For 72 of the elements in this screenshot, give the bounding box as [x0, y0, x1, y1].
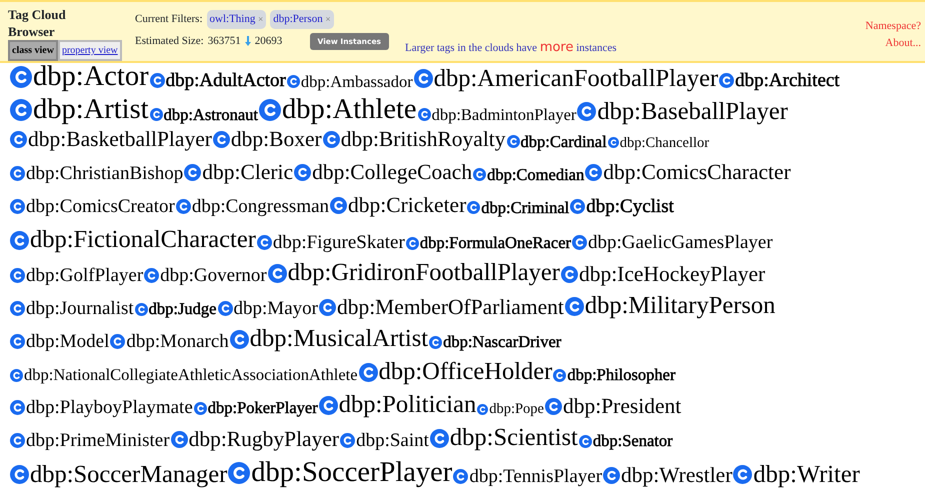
class-tag[interactable]: dbp:GridironFootballPlayer	[268, 261, 560, 286]
class-tag[interactable]: dbp:Mayor	[218, 298, 318, 318]
class-tag[interactable]: dbp:Athlete	[259, 96, 417, 124]
class-tag[interactable]: dbp:FormulaOneRacer	[406, 235, 572, 252]
class-tag[interactable]: dbp:BasketballPlayer	[10, 129, 212, 150]
view-tab[interactable]: class view	[8, 40, 58, 61]
class-tag[interactable]: dbp:Actor	[10, 63, 149, 92]
class-tag[interactable]: dbp:Congressman	[176, 197, 330, 216]
class-tag[interactable]: dbp:Judge	[134, 301, 217, 318]
class-tag[interactable]: dbp:Cricketer	[330, 195, 466, 216]
size-value: 20693	[254, 34, 282, 49]
class-tag[interactable]: dbp:PlayboyPlaymate	[10, 398, 193, 417]
class-tag[interactable]: dbp:Philosopher	[553, 367, 676, 384]
class-tag[interactable]: dbp:IceHockeyPlayer	[560, 264, 766, 285]
class-tag[interactable]: dbp:BaseballPlayer	[577, 100, 788, 124]
class-tag[interactable]: dbp:Artist	[10, 96, 149, 124]
class-tag[interactable]: dbp:BadmintonPlayer	[418, 106, 576, 123]
class-tag[interactable]: dbp:Criminal	[467, 200, 570, 216]
header-link[interactable]: About...	[885, 34, 921, 51]
class-tag[interactable]: dbp:BritishRoyalty	[322, 129, 506, 150]
class-tag[interactable]: dbp:Senator	[578, 433, 673, 450]
app-title: Tag Cloud Browser	[8, 6, 67, 40]
class-tag[interactable]: dbp:Comedian	[473, 166, 584, 183]
filters-label: Current Filters:	[135, 12, 203, 27]
class-tag[interactable]: dbp:Governor	[144, 266, 267, 285]
class-tag[interactable]: dbp:CollegeCoach	[294, 162, 472, 184]
class-tag[interactable]: dbp:President	[545, 396, 682, 417]
class-tag[interactable]: dbp:ComicsCharacter	[585, 162, 791, 184]
class-tag[interactable]: dbp:PrimeMinister	[10, 430, 170, 450]
class-tag[interactable]: dbp:Boxer	[212, 129, 322, 150]
class-tag[interactable]: dbp:SoccerPlayer	[228, 459, 452, 488]
class-tag[interactable]: dbp:AmericanFootballPlayer	[414, 66, 718, 91]
class-tag[interactable]: dbp:FictionalCharacter	[10, 228, 256, 252]
legend-text: Larger tags in the clouds have more instances	[405, 38, 617, 56]
class-tag[interactable]: dbp:Saint	[340, 430, 429, 450]
filter-chip[interactable]: dbp:Person ×	[270, 10, 334, 28]
class-tag[interactable]: dbp:Journalist	[10, 298, 134, 318]
class-tag[interactable]: dbp:ComicsCreator	[10, 197, 175, 216]
class-tag[interactable]: dbp:Architect	[719, 71, 840, 90]
class-tag[interactable]: dbp:Cleric	[184, 162, 294, 184]
class-tag[interactable]: dbp:PokerPlayer	[194, 400, 318, 416]
class-tag[interactable]: dbp:Cyclist	[570, 197, 674, 216]
class-tag[interactable]: dbp:ChristianBishop	[10, 164, 184, 184]
size-label: Estimated Size:	[135, 34, 204, 49]
class-tag[interactable]: dbp:Ambassador	[286, 74, 413, 90]
class-tag[interactable]: dbp:Chancellor	[608, 136, 710, 150]
class-tag[interactable]: dbp:MusicalArtist	[230, 327, 428, 352]
class-tag[interactable]: dbp:Astronaut	[150, 106, 258, 123]
class-tag[interactable]: dbp:SoccerManager	[10, 462, 228, 487]
class-tag[interactable]: dbp:NationalCollegiateAthleticAssociationAthlete	[10, 367, 358, 384]
class-tag[interactable]: dbp:AdultActor	[150, 71, 286, 90]
size-value: 363751	[208, 34, 241, 49]
class-tag[interactable]: dbp:GaelicGamesPlayer	[572, 232, 773, 252]
class-tag[interactable]: dbp:RugbyPlayer	[170, 428, 340, 450]
class-tag[interactable]: dbp:Pope	[477, 402, 544, 416]
class-tag[interactable]: dbp:Wrestler	[603, 465, 732, 486]
header-link[interactable]: Namespace?	[865, 18, 921, 34]
class-tag[interactable]: dbp:Model	[10, 332, 110, 351]
class-tag[interactable]: dbp:Cardinal	[506, 134, 607, 150]
class-tag[interactable]: dbp:FigureSkater	[256, 232, 405, 252]
class-tag[interactable]: dbp:OfficeHolder	[358, 360, 552, 384]
class-tag[interactable]: dbp:Monarch	[110, 332, 229, 351]
class-tag[interactable]: dbp:GolfPlayer	[10, 266, 144, 285]
class-tag[interactable]: dbp:NascarDriver	[429, 334, 562, 350]
view-tab[interactable]: property view	[58, 40, 122, 61]
class-tag[interactable]: dbp:Writer	[733, 462, 860, 487]
filter-chip[interactable]: owl:Thing ×	[206, 10, 266, 28]
class-tag[interactable]: dbp:Politician	[318, 393, 476, 418]
class-tag[interactable]: dbp:MemberOfParliament	[318, 296, 564, 318]
class-tag[interactable]: dbp:Scientist	[430, 426, 578, 450]
class-tag[interactable]: dbp:TennisPlayer	[453, 467, 602, 486]
class-tag[interactable]: dbp:MilitaryPerson	[564, 294, 776, 318]
